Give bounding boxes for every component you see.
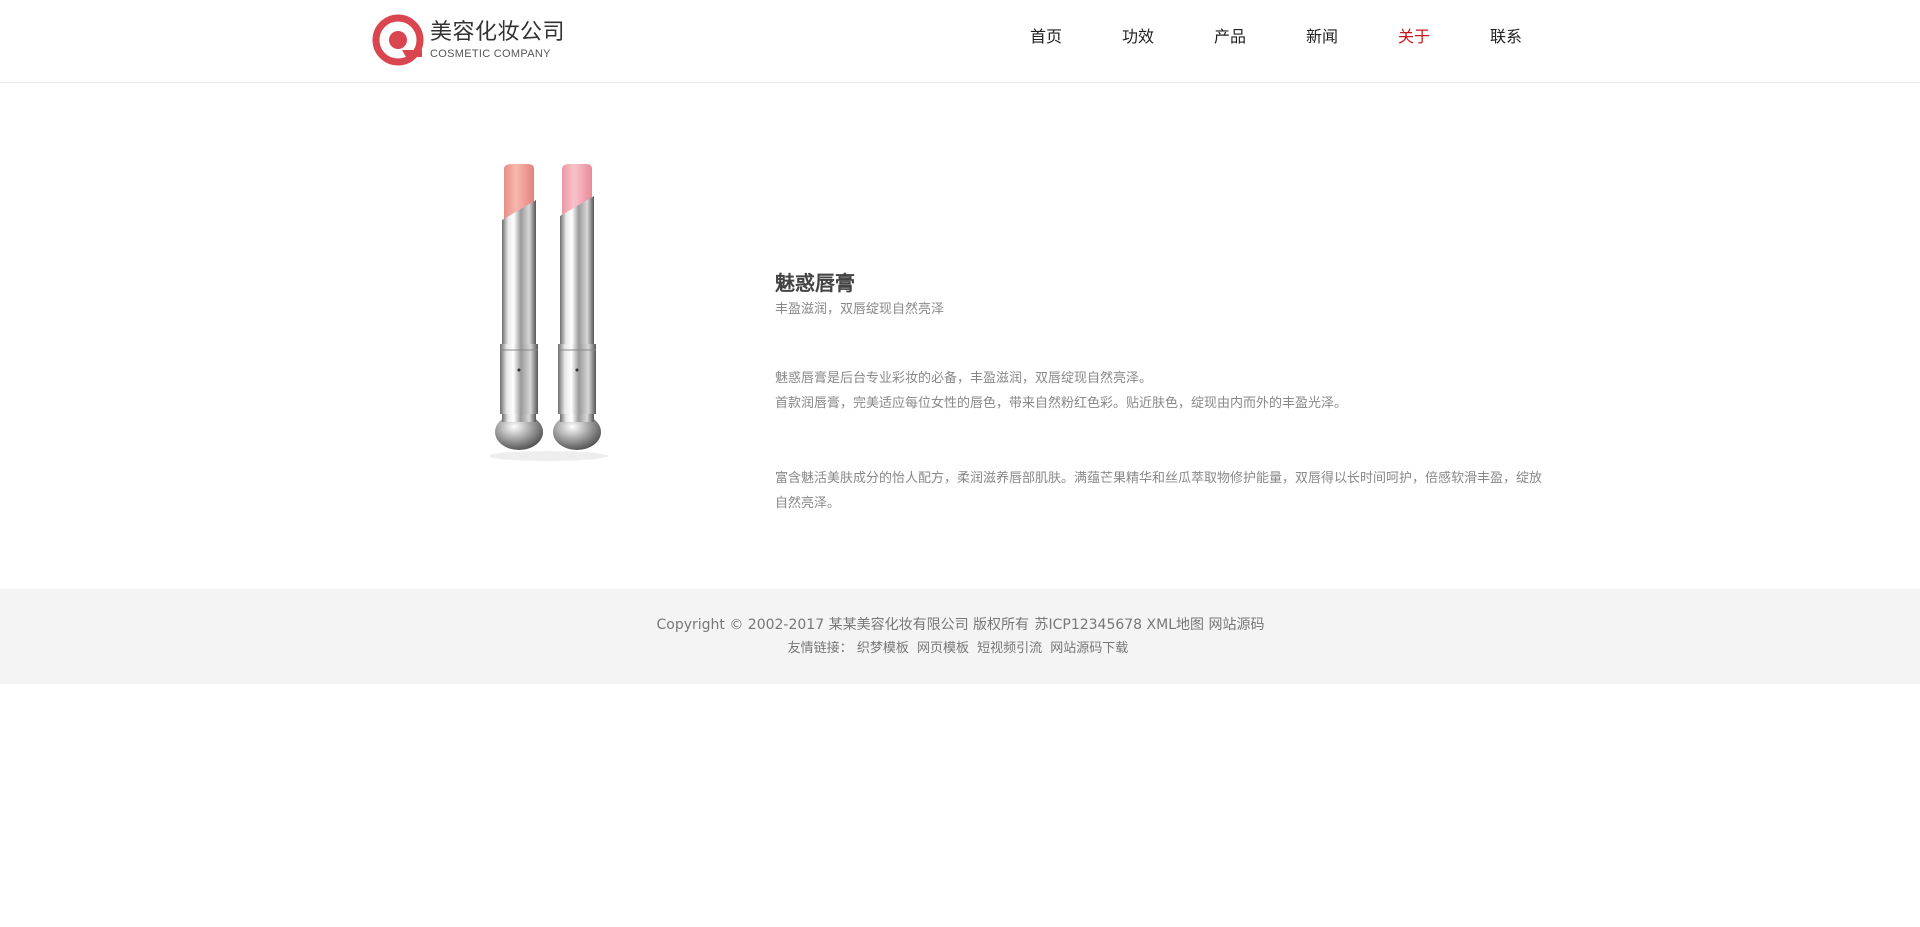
product-detail: 魅惑唇膏 丰盈滋润，双唇绽现自然亮泽 魅惑唇膏是后台专业彩妆的必备，丰盈滋润，双…	[0, 84, 1920, 589]
nav-item-contact[interactable]: 联系	[1460, 22, 1552, 52]
nav-item-news[interactable]: 新闻	[1276, 22, 1368, 52]
product-description-1: 魅惑唇膏是后台专业彩妆的必备，丰盈滋润，双唇绽现自然亮泽。 首款润唇膏，完美适应…	[775, 366, 1550, 416]
icp-link[interactable]: 苏ICP12345678	[1034, 617, 1142, 633]
main-nav: 首页 功效 产品 新闻 关于 联系	[1000, 22, 1552, 52]
logo-text: 美容化妆公司 COSMETIC COMPANY	[430, 14, 565, 66]
source-link[interactable]: 网站源码	[1208, 617, 1264, 633]
logo-icon	[372, 14, 424, 66]
friend-links-label: 友情链接：	[787, 641, 853, 656]
description-line-1: 魅惑唇膏是后台专业彩妆的必备，丰盈滋润，双唇绽现自然亮泽。	[775, 371, 1153, 386]
friend-links: 友情链接： 织梦模板 网页模板 短视频引流 网站源码下载	[0, 639, 1920, 659]
copyright-line: Copyright © 2002-2017 某某美容化妆有限公司 版权所有 苏I…	[0, 614, 1920, 636]
friend-link-dedecms[interactable]: 织梦模板	[857, 641, 909, 656]
nav-item-efficacy[interactable]: 功效	[1092, 22, 1184, 52]
logo-name-en: COSMETIC COMPANY	[430, 48, 551, 60]
logo-name-cn: 美容化妆公司	[430, 20, 566, 45]
product-subtitle: 丰盈滋润，双唇绽现自然亮泽	[775, 302, 945, 317]
site-header: 美容化妆公司 COSMETIC COMPANY 首页 功效 产品 新闻 关于 联…	[0, 0, 1920, 83]
sitemap-link[interactable]: XML地图	[1147, 617, 1204, 633]
friend-link-source-download[interactable]: 网站源码下载	[1050, 641, 1128, 656]
product-info: 魅惑唇膏 丰盈滋润，双唇绽现自然亮泽 魅惑唇膏是后台专业彩妆的必备，丰盈滋润，双…	[775, 270, 1550, 516]
friend-link-templates[interactable]: 网页模板	[917, 641, 969, 656]
nav-item-home[interactable]: 首页	[1000, 22, 1092, 52]
site-footer: Copyright © 2002-2017 某某美容化妆有限公司 版权所有 苏I…	[0, 589, 1920, 684]
nav-item-about[interactable]: 关于	[1368, 22, 1460, 52]
friend-link-video[interactable]: 短视频引流	[977, 641, 1042, 656]
lipstick-pair-image	[490, 164, 608, 461]
nav-item-products[interactable]: 产品	[1184, 22, 1276, 52]
product-title: 魅惑唇膏	[775, 271, 855, 295]
description-line-2: 首款润唇膏，完美适应每位女性的唇色，带来自然粉红色彩。贴近肤色，绽现由内而外的丰…	[775, 396, 1348, 411]
copyright-text: Copyright © 2002-2017 某某美容化妆有限公司 版权所有	[656, 617, 1030, 633]
site-logo[interactable]: 美容化妆公司 COSMETIC COMPANY	[372, 14, 565, 66]
product-description-2: 富含魅活美肤成分的怡人配方，柔润滋养唇部肌肤。满蕴芒果精华和丝瓜萃取物修护能量，…	[775, 471, 1543, 511]
